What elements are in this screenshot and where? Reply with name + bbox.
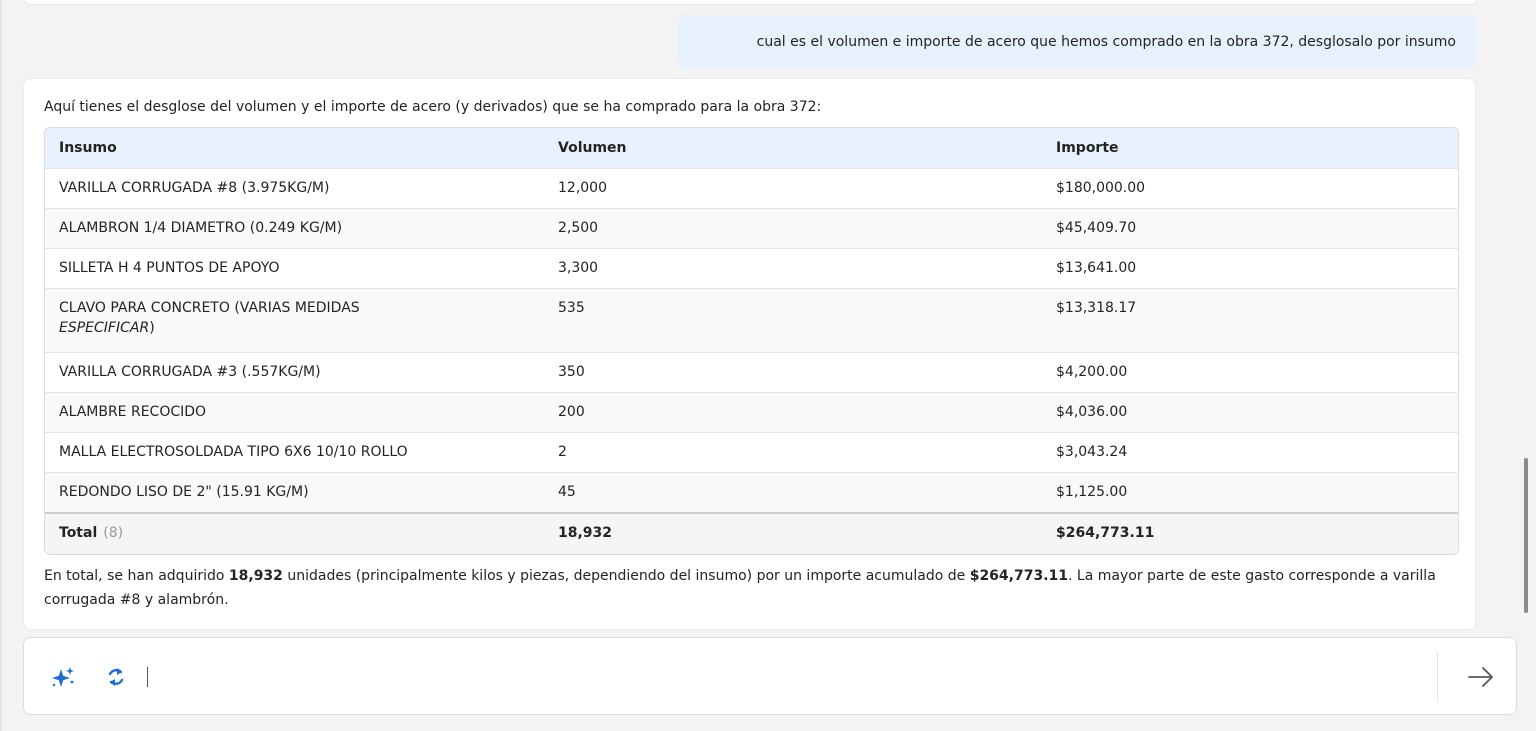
cell-volumen: 200 <box>544 392 1042 433</box>
cell-insumo: CLAVO PARA CONCRETO (VARIAS MEDIDAS ESPEC… <box>45 288 544 353</box>
arrow-right-icon[interactable] <box>1466 664 1496 690</box>
table-header-row: Insumo Volumen Importe <box>45 128 1458 169</box>
cell-insumo-text: CLAVO PARA CONCRETO (VARIAS MEDIDAS <box>59 300 360 316</box>
table-row: ALAMBRE RECOCIDO 200 $4,036.00 <box>45 392 1458 433</box>
table-row: VARILLA CORRUGADA #3 (.557KG/M) 350 $4,2… <box>45 352 1458 393</box>
cell-importe: $13,641.00 <box>1042 248 1458 289</box>
summary-text: unidades (principalmente kilos y piezas,… <box>282 568 970 584</box>
results-table: Insumo Volumen Importe VARILLA CORRUGADA… <box>44 127 1459 555</box>
previous-message-card <box>23 0 1478 5</box>
window-border <box>0 0 2 731</box>
table-row: ALAMBRON 1/4 DIAMETRO (0.249 KG/M) 2,500… <box>45 208 1458 249</box>
column-header-importe[interactable]: Importe <box>1042 128 1458 169</box>
cell-insumo: ALAMBRE RECOCIDO <box>45 392 544 433</box>
answer-intro: Aquí tienes el desglose del volumen y el… <box>44 99 822 115</box>
message-composer[interactable] <box>23 637 1517 715</box>
cell-importe: $180,000.00 <box>1042 168 1458 209</box>
cell-volumen: 350 <box>544 352 1042 393</box>
cell-importe: $1,125.00 <box>1042 472 1458 513</box>
user-message-text: cual es el volumen e importe de acero qu… <box>756 34 1456 50</box>
cell-insumo: MALLA ELECTROSOLDADA TIPO 6X6 10/10 ROLL… <box>45 432 544 473</box>
cell-volumen: 2 <box>544 432 1042 473</box>
cell-volumen: 2,500 <box>544 208 1042 249</box>
total-volumen: 18,932 <box>544 512 1042 554</box>
cell-volumen: 3,300 <box>544 248 1042 289</box>
cell-insumo: ALAMBRON 1/4 DIAMETRO (0.249 KG/M) <box>45 208 544 249</box>
user-message-bubble: cual es el volumen e importe de acero qu… <box>678 15 1476 69</box>
total-label: Total <box>59 525 98 541</box>
column-header-volumen[interactable]: Volumen <box>544 128 1042 169</box>
assistant-answer-card: Aquí tienes el desglose del volumen y el… <box>23 78 1476 630</box>
refresh-icon[interactable] <box>104 665 128 689</box>
total-importe: $264,773.11 <box>1042 512 1458 554</box>
summary-text: En total, se han adquirido <box>44 568 229 584</box>
cell-volumen: 45 <box>544 472 1042 513</box>
table-row: VARILLA CORRUGADA #8 (3.975KG/M) 12,000 … <box>45 168 1458 209</box>
column-header-insumo[interactable]: Insumo <box>45 128 544 169</box>
table-row: MALLA ELECTROSOLDADA TIPO 6X6 10/10 ROLL… <box>45 432 1458 473</box>
cell-insumo: REDONDO LISO DE 2" (15.91 KG/M) <box>45 472 544 513</box>
total-label-cell: Total (8) <box>45 512 544 554</box>
text-cursor[interactable] <box>147 667 148 687</box>
cell-insumo: SILLETA H 4 PUNTOS DE APOYO <box>45 248 544 289</box>
table-total-row: Total (8) 18,932 $264,773.11 <box>45 512 1458 554</box>
cell-importe: $4,036.00 <box>1042 392 1458 433</box>
cell-insumo-close: ) <box>149 320 155 336</box>
cell-insumo: VARILLA CORRUGADA #8 (3.975KG/M) <box>45 168 544 209</box>
cell-insumo-italic: ESPECIFICAR <box>59 320 150 336</box>
cell-importe: $4,200.00 <box>1042 352 1458 393</box>
table-row: REDONDO LISO DE 2" (15.91 KG/M) 45 $1,12… <box>45 472 1458 513</box>
scrollbar-thumb[interactable] <box>1524 458 1528 613</box>
cell-importe: $45,409.70 <box>1042 208 1458 249</box>
summary-total-volume: 18,932 <box>228 568 283 584</box>
sparkle-icon[interactable] <box>50 665 76 691</box>
cell-volumen: 12,000 <box>544 168 1042 209</box>
table-row: CLAVO PARA CONCRETO (VARIAS MEDIDAS ESPEC… <box>45 288 1458 353</box>
cell-importe: $13,318.17 <box>1042 288 1458 353</box>
send-divider <box>1437 652 1438 702</box>
summary-total-amount: $264,773.11 <box>969 568 1069 584</box>
answer-summary: En total, se han adquirido 18,932 unidad… <box>44 564 1444 612</box>
cell-insumo: VARILLA CORRUGADA #3 (.557KG/M) <box>45 352 544 393</box>
cell-importe: $3,043.24 <box>1042 432 1458 473</box>
cell-volumen: 535 <box>544 288 1042 353</box>
table-row: SILLETA H 4 PUNTOS DE APOYO 3,300 $13,64… <box>45 248 1458 289</box>
total-count: (8) <box>103 525 124 541</box>
